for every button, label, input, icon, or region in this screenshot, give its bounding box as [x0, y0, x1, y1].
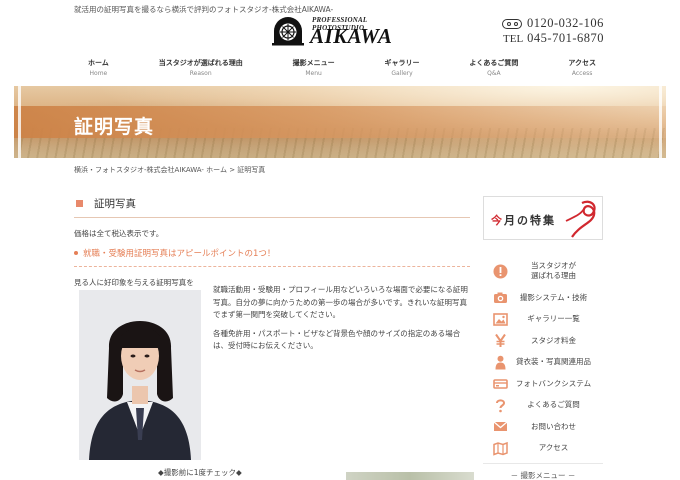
ribbon-icon: [565, 200, 596, 238]
free-dial-number[interactable]: 0120-032-106: [527, 16, 604, 31]
picture-icon: [493, 312, 508, 327]
yen-icon: [493, 333, 508, 348]
appeal-point: 就職・受験用証明写真はアピールポイントの1つ！: [74, 247, 470, 267]
nav-home[interactable]: ホーム Home: [88, 58, 109, 80]
camera-icon: [493, 290, 508, 305]
logo-name: AIKAWA: [310, 24, 393, 48]
side-label-contact: お問い合わせ: [531, 421, 576, 431]
contact-phones: 0120-032-106 TEL 045-701-6870: [502, 16, 612, 46]
side-item-access[interactable]: アクセス: [483, 438, 603, 458]
nav-menu[interactable]: 撮影メニュー Menu: [293, 58, 335, 80]
side-label-costume: 貸衣装・写真関連用品: [516, 357, 591, 366]
camera-lens-logo-icon: [272, 17, 304, 46]
heading-square-icon: [76, 200, 83, 207]
side-subheading-menu: － 撮影メニュー －: [483, 463, 603, 480]
side-item-costume[interactable]: 貸衣装・写真関連用品: [483, 352, 603, 372]
question-icon: [493, 398, 508, 413]
mail-icon: [493, 419, 508, 434]
section-heading: 証明写真: [74, 196, 470, 218]
side-item-reason[interactable]: 当スタジオが 選ばれる理由: [483, 256, 603, 286]
side-label-system: 撮影システム・技術: [519, 292, 588, 302]
main-content: 証明写真 価格は全て税込表示です。 就職・受験用証明写真はアピールポイントの1つ…: [74, 196, 474, 480]
portrait-photo: [79, 290, 201, 460]
page-banner: 証明写真: [14, 86, 666, 158]
nav-qa[interactable]: よくあるご質問 Q&A: [469, 58, 518, 80]
side-label-faq: よくあるご質問: [527, 400, 580, 409]
sidebar: 今月の特集 当スタジオが 選ばれる理由 撮影システム・技術 ギャラリー一覧 スタ…: [483, 196, 603, 480]
side-label-photobank: フォトバンクシステム: [515, 378, 592, 388]
site-logo[interactable]: PROFESSIONAL PHOTOSTUDIO AIKAWA: [272, 12, 412, 48]
side-label-reason: 当スタジオが 選ばれる理由: [531, 261, 576, 280]
side-label-price: スタジオ料金: [531, 335, 576, 345]
monthly-special-banner[interactable]: 今月の特集: [483, 196, 603, 240]
side-label-access: アクセス: [538, 443, 569, 452]
nav-reason[interactable]: 当スタジオが選ばれる理由 Reason: [159, 58, 243, 80]
free-dial-icon: [502, 18, 522, 29]
price-note: 価格は全て税込表示です。: [74, 229, 164, 238]
breadcrumb[interactable]: 横浜・フォトスタジオ-株式会社AIKAWA- ホーム > 証明写真: [74, 165, 265, 175]
page-title: 証明写真: [74, 116, 155, 138]
side-menu: 当スタジオが 選ばれる理由 撮影システム・技術 ギャラリー一覧 スタジオ料金 貸…: [483, 256, 603, 458]
tel-label: TEL: [503, 32, 524, 45]
exclamation-circle-icon: [493, 264, 508, 279]
side-item-gallery[interactable]: ギャラリー一覧: [483, 309, 603, 329]
tel-number[interactable]: 045-701-6870: [527, 31, 604, 46]
photo-bank-icon: [493, 376, 508, 391]
body-text: 就職活動用・受験用・プロフィール用などいろいろな場面で必要になる証明写真。自分の…: [213, 285, 468, 350]
bullet-icon: [74, 251, 78, 255]
side-item-price[interactable]: スタジオ料金: [483, 331, 603, 351]
nav-gallery[interactable]: ギャラリー Gallery: [385, 58, 420, 80]
side-label-gallery: ギャラリー一覧: [527, 314, 580, 323]
person-icon: [493, 355, 508, 370]
side-item-contact[interactable]: お問い合わせ: [483, 417, 603, 437]
global-nav: ホーム Home 当スタジオが選ばれる理由 Reason 撮影メニュー Menu ギャ…: [88, 58, 596, 80]
side-item-faq[interactable]: よくあるご質問: [483, 395, 603, 415]
side-item-photobank[interactable]: フォトバンクシステム: [483, 374, 603, 394]
side-item-system[interactable]: 撮影システム・技術: [483, 288, 603, 308]
thumbnail-image: [346, 472, 474, 480]
photo-caption: ◆撮影前に1度チェック◆: [158, 468, 242, 477]
nav-access[interactable]: アクセス Access: [568, 58, 596, 80]
map-icon: [493, 441, 508, 456]
